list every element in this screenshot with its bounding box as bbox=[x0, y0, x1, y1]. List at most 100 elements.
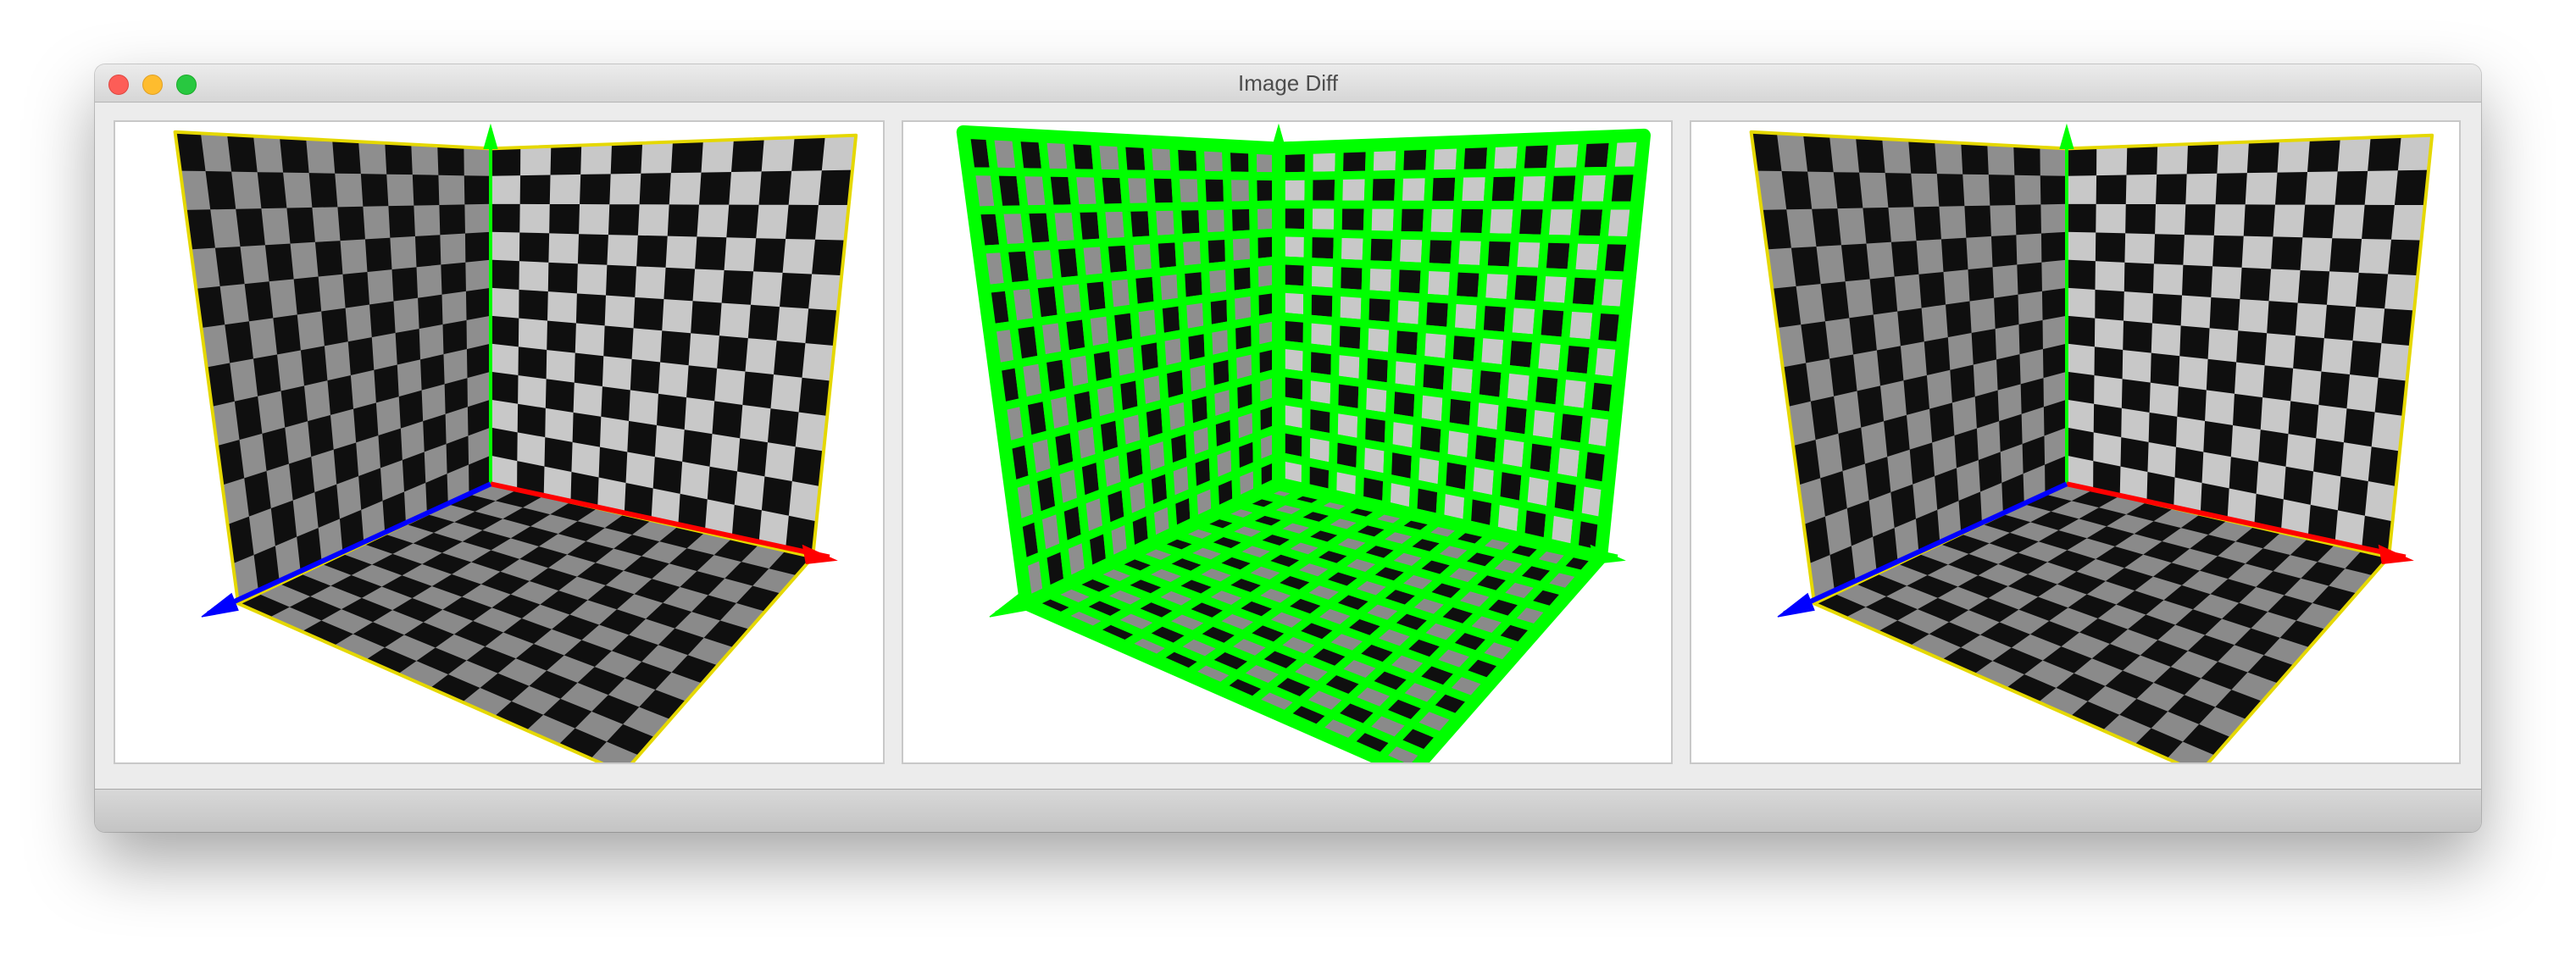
left-wall-square bbox=[1845, 279, 1875, 319]
right-wall-square bbox=[2236, 330, 2268, 367]
left-wall-square bbox=[1950, 364, 1976, 404]
right-wall-square bbox=[811, 239, 847, 277]
right-wall-square bbox=[667, 204, 701, 238]
right-wall-square bbox=[750, 271, 784, 308]
right-wall-square bbox=[2390, 205, 2426, 241]
right-wall-square bbox=[686, 365, 719, 402]
right-wall-square bbox=[2387, 239, 2423, 277]
right-wall-square bbox=[2213, 204, 2246, 237]
left-wall-square bbox=[1969, 297, 1996, 335]
left-wall-square bbox=[464, 147, 491, 177]
left-wall-square bbox=[2018, 319, 2045, 356]
left-wall-square bbox=[321, 308, 350, 347]
z-axis-arrow bbox=[1777, 592, 1815, 618]
right-wall-square bbox=[549, 204, 581, 236]
right-wall-square bbox=[2397, 135, 2433, 172]
right-wall-square bbox=[519, 203, 551, 235]
right-wall-square bbox=[490, 287, 520, 319]
right-wall-square bbox=[2234, 362, 2266, 399]
left-wall-square bbox=[1935, 141, 1964, 175]
right-wall-square bbox=[547, 320, 578, 354]
right-wall-square bbox=[2285, 434, 2318, 473]
right-wall-square bbox=[692, 269, 725, 304]
left-wall-square bbox=[1829, 354, 1858, 397]
right-wall-square bbox=[680, 461, 711, 501]
x-axis-arrow bbox=[802, 544, 838, 565]
right-wall-square bbox=[490, 259, 521, 291]
right-wall-square bbox=[2178, 356, 2209, 391]
right-wall-square bbox=[2096, 146, 2129, 177]
left-wall-square bbox=[1837, 208, 1868, 247]
right-wall-square bbox=[2124, 262, 2156, 295]
right-wall-square bbox=[691, 301, 723, 337]
right-wall-square bbox=[682, 430, 713, 468]
right-wall-square bbox=[2211, 266, 2243, 301]
left-wall-square bbox=[1936, 174, 1966, 208]
right-wall-square bbox=[573, 382, 604, 419]
right-wall-square bbox=[641, 141, 675, 175]
right-wall-square bbox=[758, 170, 793, 206]
right-wall-square bbox=[2258, 430, 2290, 468]
left-wall-square bbox=[1966, 236, 1994, 271]
left-wall-square bbox=[342, 271, 371, 309]
right-wall-square bbox=[698, 171, 733, 206]
right-wall-square bbox=[2346, 374, 2379, 413]
right-wall-square bbox=[2240, 267, 2273, 302]
left-wall-square bbox=[1806, 358, 1835, 402]
left-wall-square bbox=[262, 427, 291, 473]
left-wall-square bbox=[230, 358, 259, 402]
left-wall-square bbox=[225, 321, 255, 364]
left-wall-square bbox=[440, 233, 467, 266]
right-wall-square bbox=[2185, 173, 2218, 206]
right-wall-square bbox=[609, 173, 642, 206]
right-wall-square bbox=[599, 416, 630, 453]
left-wall-square bbox=[1833, 172, 1864, 210]
right-wall-square bbox=[577, 234, 610, 266]
right-wall-square bbox=[2217, 141, 2251, 175]
right-wall-square bbox=[2123, 320, 2154, 354]
right-wall-square bbox=[709, 434, 741, 473]
left-wall-square bbox=[1824, 318, 1855, 360]
left-wall-square bbox=[1940, 237, 1969, 274]
left-wall-square bbox=[1971, 328, 1998, 366]
right-wall-square bbox=[2095, 289, 2125, 322]
left-wall-square bbox=[2013, 145, 2041, 177]
right-wall-square bbox=[576, 263, 608, 297]
right-wall-square bbox=[658, 362, 690, 399]
right-wall-square bbox=[701, 139, 736, 174]
right-wall-square bbox=[791, 136, 826, 173]
right-wall-square bbox=[519, 175, 552, 206]
left-wall-square bbox=[1855, 136, 1886, 175]
right-wall-square bbox=[2305, 171, 2339, 206]
left-wall-square bbox=[1990, 204, 2018, 238]
right-wall-square bbox=[2312, 438, 2346, 478]
right-wall-square bbox=[770, 374, 803, 413]
right-wall-square bbox=[2337, 136, 2372, 173]
left-wall-square bbox=[286, 207, 317, 245]
right-wall-square bbox=[724, 237, 758, 273]
right-wall-square bbox=[2290, 368, 2323, 407]
right-wall-square bbox=[2181, 264, 2214, 299]
left-wall-square bbox=[1968, 267, 1996, 302]
left-wall-square bbox=[1987, 143, 2016, 176]
right-wall-square bbox=[2307, 137, 2341, 174]
left-wall-square bbox=[1903, 374, 1931, 417]
left-wall-square bbox=[1990, 235, 2018, 269]
left-wall-square bbox=[441, 262, 468, 296]
left-wall-square bbox=[231, 171, 263, 210]
left-wall-square bbox=[386, 174, 415, 208]
z-axis-arrow bbox=[201, 592, 239, 618]
right-wall-square bbox=[2245, 172, 2279, 206]
left-wall-square bbox=[371, 332, 399, 371]
right-wall-square bbox=[547, 262, 580, 295]
left-wall-square bbox=[261, 208, 291, 247]
right-wall-square bbox=[608, 204, 641, 237]
right-wall-square bbox=[2150, 352, 2181, 388]
left-wall-square bbox=[1992, 264, 2019, 299]
right-wall-square bbox=[635, 266, 667, 301]
right-wall-square bbox=[571, 441, 602, 479]
right-wall-square bbox=[2230, 424, 2262, 463]
right-wall-square bbox=[2066, 175, 2098, 206]
left-wall-square bbox=[464, 231, 491, 263]
right-wall-square bbox=[2209, 297, 2241, 332]
